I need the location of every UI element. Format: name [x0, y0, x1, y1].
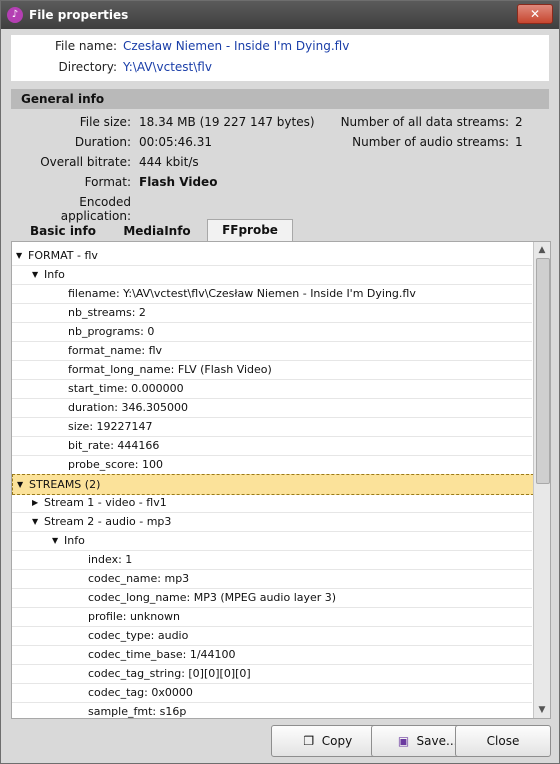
collapse-arrow-icon[interactable]: ▼	[32, 512, 38, 531]
tree-row-text: index: 1	[88, 553, 133, 566]
tree-row[interactable]: size: 19227147	[12, 417, 532, 437]
tree-row-text: codec_name: mp3	[88, 572, 190, 585]
duration-label: Duration:	[74, 135, 131, 149]
save-disk-icon: ▣	[397, 734, 410, 748]
expand-arrow-icon[interactable]: ▶	[32, 493, 38, 512]
tree-row-text: bit_rate: 444166	[68, 439, 160, 452]
bitrate-label: Overall bitrate:	[40, 155, 131, 169]
tree-row[interactable]: codec_tag_string: [0][0][0][0]	[12, 664, 532, 684]
general-info-title: General info	[21, 92, 105, 106]
tree-row-text: Stream 1 - video - flv1	[44, 496, 167, 509]
tree-row-text: STREAMS (2)	[29, 478, 101, 491]
tree-row[interactable]: ▶ Stream 1 - video - flv1	[12, 493, 532, 513]
general-info-panel: File size: 18.34 MB (19 227 147 bytes) D…	[11, 109, 549, 223]
title-bar[interactable]: ♪ File properties ✕	[1, 1, 559, 29]
file-size-label: File size:	[79, 115, 131, 129]
tree-row-text: profile: unknown	[88, 610, 180, 623]
scroll-down-icon[interactable]: ▼	[536, 704, 548, 716]
tree-row[interactable]: codec_type: audio	[12, 626, 532, 646]
collapse-arrow-icon[interactable]: ▼	[17, 475, 23, 494]
tree-row[interactable]: index: 1	[12, 550, 532, 570]
tree-row-text: Stream 2 - audio - mp3	[44, 515, 172, 528]
data-streams-value: 2	[515, 115, 523, 129]
tree-row-text: duration: 346.305000	[68, 401, 188, 414]
tree-row-text: codec_tag_string: [0][0][0][0]	[88, 667, 251, 680]
data-streams-label: Number of all data streams:	[340, 115, 509, 129]
tree-row-text: nb_programs: 0	[68, 325, 155, 338]
tree-row[interactable]: codec_tag: 0x0000	[12, 683, 532, 703]
ffprobe-tree[interactable]: ▼ FORMAT - flv ▼ Info filename: Y:\AV\vctest…	[11, 241, 551, 719]
directory-label: Directory:	[58, 60, 117, 74]
copy-icon: ❐	[303, 734, 315, 748]
tree-row-text: start_time: 0.000000	[68, 382, 184, 395]
tree-row-text: format_long_name: FLV (Flash Video)	[68, 363, 272, 376]
tree-row-text: FORMAT - flv	[28, 249, 98, 262]
format-value: Flash Video	[139, 175, 218, 189]
tree-row[interactable]: ▼ STREAMS (2)	[12, 474, 534, 495]
tree-row[interactable]: filename: Y:\AV\vctest\flv\Czesław Nieme…	[12, 284, 532, 304]
close-window-button[interactable]: ✕	[517, 4, 553, 24]
audio-streams-value: 1	[515, 135, 523, 149]
tree-row[interactable]: ▼ Stream 2 - audio - mp3	[12, 512, 532, 532]
tree-row[interactable]: bit_rate: 444166	[12, 436, 532, 456]
tab-bar: Basic info MediaInfo FFprobe	[11, 219, 549, 242]
tree-row-text: size: 19227147	[68, 420, 153, 433]
audio-streams-label: Number of audio streams:	[352, 135, 509, 149]
file-size-value: 18.34 MB (19 227 147 bytes)	[139, 115, 315, 129]
tree-row[interactable]: ▼ Info	[12, 265, 532, 285]
tree-row[interactable]: sample_fmt: s16p	[12, 702, 532, 718]
copy-button[interactable]: ❐ Copy	[271, 725, 383, 757]
tree-row-text: Info	[44, 268, 65, 281]
scroll-thumb[interactable]	[536, 258, 550, 484]
window-title: File properties	[29, 8, 129, 22]
tree-row-text: codec_type: audio	[88, 629, 189, 642]
tree-row[interactable]: ▼ FORMAT - flv	[12, 246, 532, 266]
tree-row[interactable]: format_name: flv	[12, 341, 532, 361]
collapse-arrow-icon[interactable]: ▼	[16, 246, 22, 265]
tree-row-text: codec_time_base: 1/44100	[88, 648, 236, 661]
tree-row[interactable]: codec_time_base: 1/44100	[12, 645, 532, 665]
copy-button-label: Copy	[321, 734, 353, 748]
tree-row[interactable]: ▼ Info	[12, 531, 532, 551]
save-button-label: Save...	[416, 734, 458, 748]
bitrate-value: 444 kbit/s	[139, 155, 199, 169]
scroll-up-icon[interactable]: ▲	[536, 244, 548, 256]
collapse-arrow-icon[interactable]: ▼	[32, 265, 38, 284]
music-note-icon: ♪	[7, 7, 23, 23]
tree-row[interactable]: nb_streams: 2	[12, 303, 532, 323]
tab-ffprobe[interactable]: FFprobe	[207, 219, 293, 242]
format-label: Format:	[84, 175, 131, 189]
tree-row[interactable]: profile: unknown	[12, 607, 532, 627]
duration-value: 00:05:46.31	[139, 135, 212, 149]
file-name-value[interactable]: Czesław Niemen - Inside I'm Dying.flv	[123, 39, 349, 53]
file-properties-window: ♪ File properties ✕ File name: Czesław N…	[0, 0, 560, 764]
tree-row[interactable]: duration: 346.305000	[12, 398, 532, 418]
tree-row-text: nb_streams: 2	[68, 306, 146, 319]
tab-mediainfo[interactable]: MediaInfo	[111, 221, 203, 241]
tree-scrollbar[interactable]: ▲ ▼	[533, 242, 550, 718]
tree-row-text: sample_fmt: s16p	[88, 705, 187, 718]
tree-row-text: codec_long_name: MP3 (MPEG audio layer 3…	[88, 591, 337, 604]
close-button[interactable]: Close	[455, 725, 551, 757]
tree-row[interactable]: probe_score: 100	[12, 455, 532, 475]
tree-row-text: codec_tag: 0x0000	[88, 686, 193, 699]
directory-value[interactable]: Y:\AV\vctest\flv	[123, 60, 212, 74]
file-info-panel: File name: Czesław Niemen - Inside I'm D…	[11, 35, 549, 81]
tree-row[interactable]: format_long_name: FLV (Flash Video)	[12, 360, 532, 380]
tree-row[interactable]: start_time: 0.000000	[12, 379, 532, 399]
tree-row-text: probe_score: 100	[68, 458, 163, 471]
tab-basic-info[interactable]: Basic info	[17, 221, 109, 241]
tree-row[interactable]: nb_programs: 0	[12, 322, 532, 342]
button-bar: ❐ Copy ▣ Save... Close	[11, 725, 551, 757]
tree-row-text: Info	[64, 534, 85, 547]
general-info-header: General info	[11, 89, 549, 109]
tree-row-text: filename: Y:\AV\vctest\flv\Czesław Nieme…	[68, 287, 416, 300]
tree-row[interactable]: codec_long_name: MP3 (MPEG audio layer 3…	[12, 588, 532, 608]
tree-row-text: format_name: flv	[68, 344, 163, 357]
tree-row[interactable]: codec_name: mp3	[12, 569, 532, 589]
collapse-arrow-icon[interactable]: ▼	[52, 531, 58, 550]
file-name-label: File name:	[55, 39, 117, 53]
